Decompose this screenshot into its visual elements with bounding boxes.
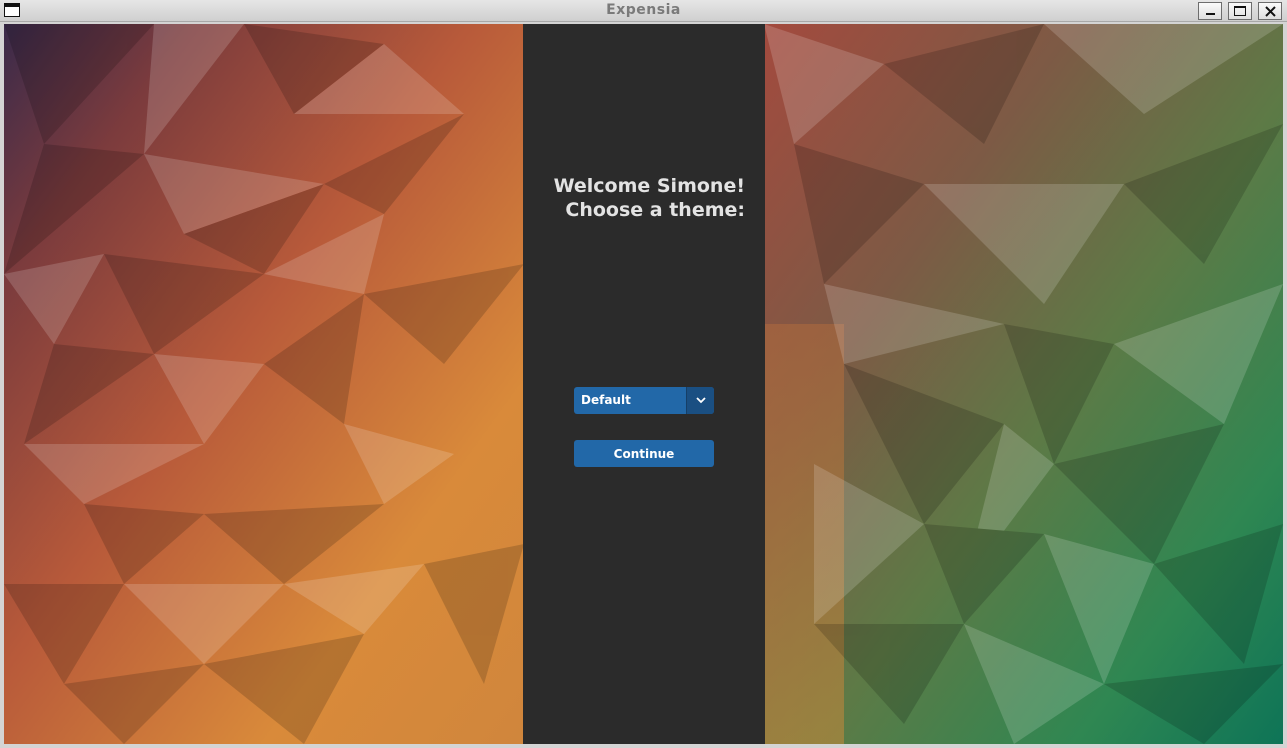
close-button[interactable] (1258, 2, 1282, 20)
theme-select[interactable]: Default (574, 387, 714, 414)
app-window: Expensia Welcome Simone! Choose a theme:… (0, 0, 1287, 748)
welcome-panel: Welcome Simone! Choose a theme: Default … (523, 24, 765, 744)
window-title: Expensia (606, 2, 681, 18)
maximize-button[interactable] (1228, 2, 1252, 20)
welcome-greeting: Welcome Simone! (553, 175, 745, 197)
theme-select-toggle[interactable] (686, 387, 714, 414)
content-area: Welcome Simone! Choose a theme: Default … (4, 24, 1283, 744)
close-icon (1265, 6, 1276, 17)
choose-theme-prompt: Choose a theme: (565, 199, 745, 221)
title-bar[interactable]: Expensia (0, 0, 1287, 22)
minimize-button[interactable] (1198, 2, 1222, 20)
continue-button[interactable]: Continue (574, 440, 714, 467)
theme-select-value: Default (581, 393, 631, 407)
welcome-heading: Welcome Simone! Choose a theme: (523, 174, 745, 222)
chevron-down-icon (696, 397, 706, 404)
